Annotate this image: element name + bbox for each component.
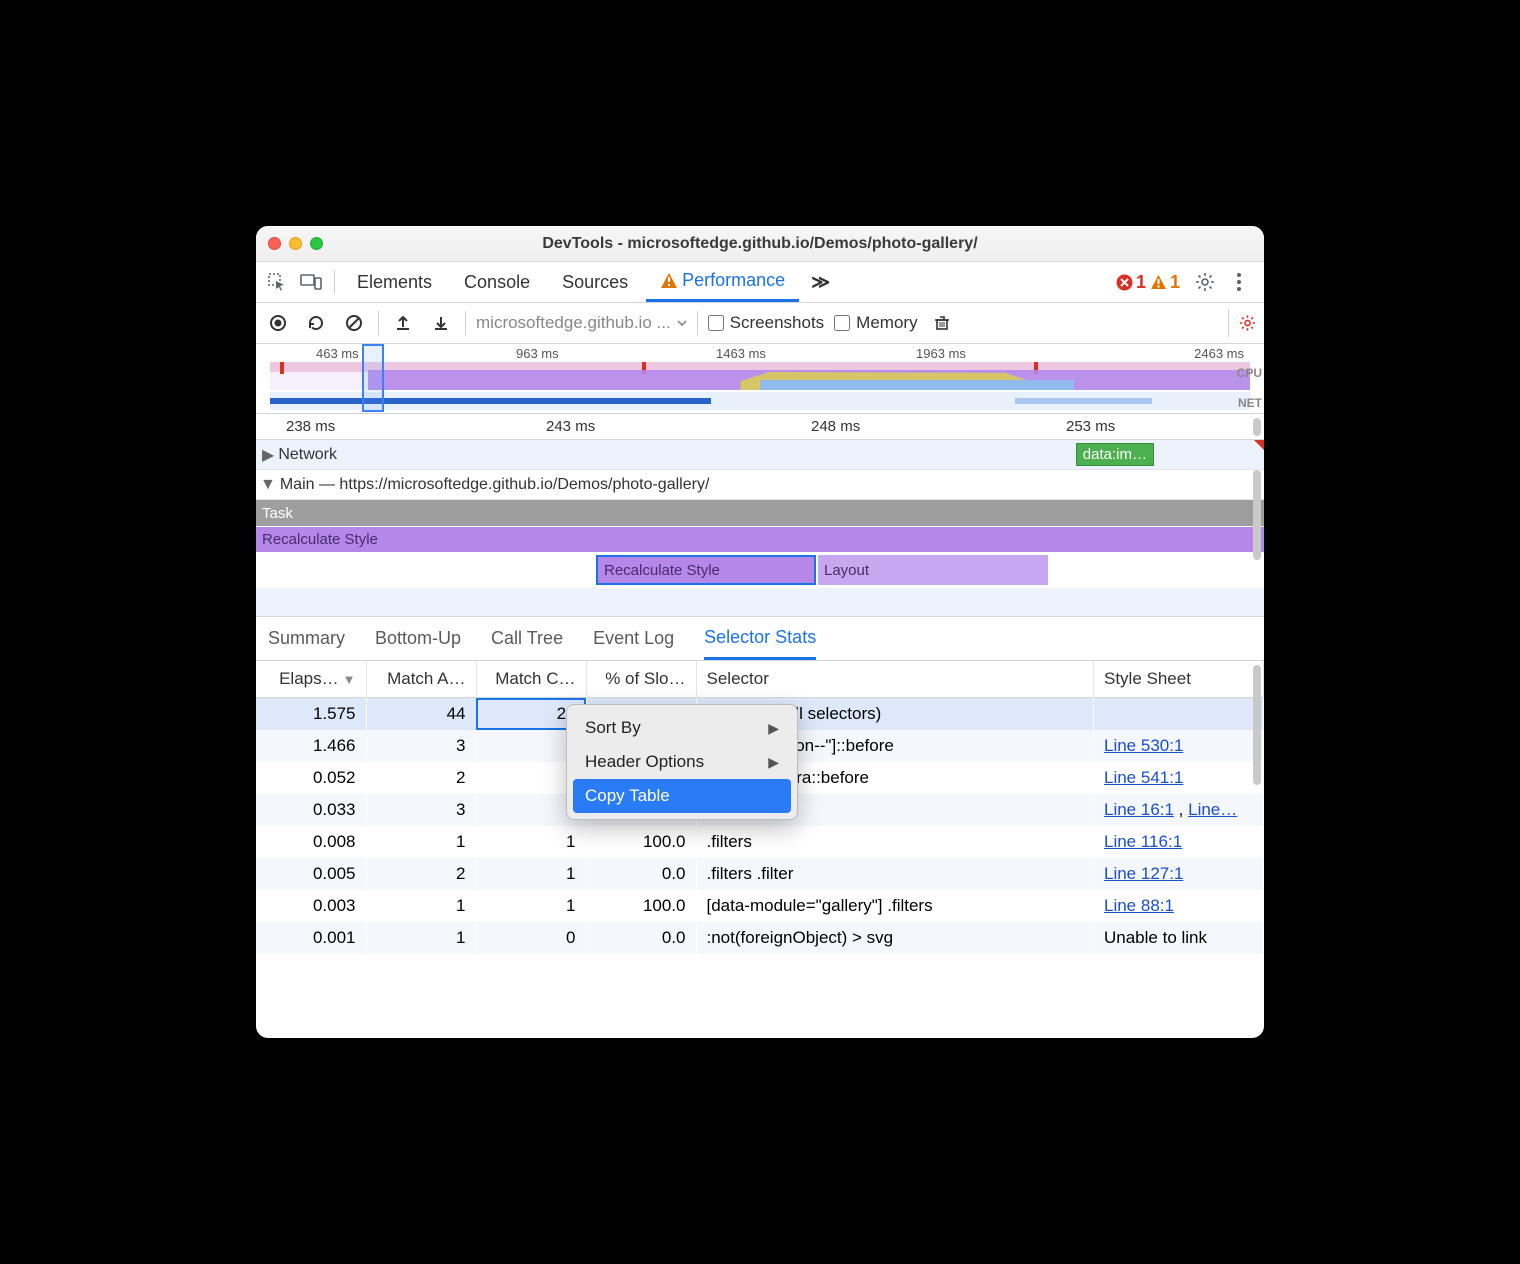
reload-icon[interactable] bbox=[302, 309, 330, 337]
chevron-right-icon: ▶ bbox=[768, 720, 779, 737]
device-toolbar-icon[interactable] bbox=[296, 267, 326, 297]
chevron-down-icon bbox=[677, 320, 687, 326]
col-elapsed[interactable]: Elaps…▼ bbox=[256, 661, 366, 698]
clear-icon[interactable] bbox=[340, 309, 368, 337]
more-tabs-icon[interactable]: ≫ bbox=[803, 262, 838, 302]
col-match-attempts[interactable]: Match A… bbox=[366, 661, 476, 698]
selector-stats-table: Elaps…▼ Match A… Match C… % of Slo… Sele… bbox=[256, 661, 1264, 1038]
close-window-button[interactable] bbox=[268, 237, 281, 250]
devtools-window: DevTools - microsoftedge.github.io/Demos… bbox=[256, 226, 1264, 1038]
performance-toolbar: microsoftedge.github.io ... Screenshots … bbox=[256, 303, 1264, 344]
titlebar: DevTools - microsoftedge.github.io/Demos… bbox=[256, 226, 1264, 262]
minimize-window-button[interactable] bbox=[289, 237, 302, 250]
tab-performance[interactable]: Performance bbox=[646, 262, 799, 302]
stylesheet-link[interactable]: Line 541:1 bbox=[1104, 768, 1183, 787]
main-track-header[interactable]: ▼ Main — https://microsoftedge.github.io… bbox=[256, 470, 1264, 500]
window-title: DevTools - microsoftedge.github.io/Demos… bbox=[256, 235, 1264, 253]
chevron-right-icon: ▶ bbox=[768, 754, 779, 771]
overview-range-handle[interactable] bbox=[362, 344, 384, 412]
garbage-collect-icon[interactable] bbox=[928, 309, 956, 337]
traffic-lights bbox=[268, 237, 323, 250]
zoom-window-button[interactable] bbox=[310, 237, 323, 250]
recording-selector[interactable]: microsoftedge.github.io ... bbox=[476, 313, 687, 333]
screenshots-checkbox[interactable]: Screenshots bbox=[708, 313, 825, 333]
col-pct-slow[interactable]: % of Slo… bbox=[586, 661, 696, 698]
tab-call-tree[interactable]: Call Tree bbox=[491, 617, 563, 660]
table-context-menu: Sort By ▶ Header Options ▶ Copy Table bbox=[566, 704, 798, 820]
collapse-icon: ▶ bbox=[262, 445, 274, 465]
memory-checkbox[interactable]: Memory bbox=[834, 313, 917, 333]
ruler-scrollbar[interactable] bbox=[1253, 418, 1261, 436]
capture-settings-icon[interactable] bbox=[1228, 309, 1256, 337]
settings-icon[interactable] bbox=[1190, 267, 1220, 297]
tab-elements[interactable]: Elements bbox=[343, 262, 446, 302]
main-panel-tabs: Elements Console Sources Performance ≫ 1… bbox=[256, 262, 1264, 303]
recalculate-style-bar[interactable]: Recalculate Style bbox=[256, 526, 1264, 552]
network-track-header[interactable]: ▶ Network data:im… bbox=[256, 440, 1264, 470]
col-stylesheet[interactable]: Style Sheet bbox=[1094, 661, 1264, 698]
network-request-bar[interactable]: data:im… bbox=[1076, 443, 1154, 466]
menu-sort-by[interactable]: Sort By ▶ bbox=[567, 711, 797, 745]
time-ruler: 238 ms 243 ms 248 ms 253 ms bbox=[256, 414, 1264, 440]
long-task-indicator-icon bbox=[1254, 440, 1264, 450]
error-count[interactable]: 1 bbox=[1116, 272, 1146, 293]
tab-bottom-up[interactable]: Bottom-Up bbox=[375, 617, 461, 660]
stylesheet-link[interactable]: Line 16:1 bbox=[1104, 800, 1174, 819]
stylesheet-link[interactable]: Line 88:1 bbox=[1104, 896, 1174, 915]
timeline-overview[interactable]: 463 ms 963 ms 1463 ms 1963 ms 2463 ms CP… bbox=[256, 344, 1264, 414]
task-bar[interactable]: Task bbox=[256, 500, 1264, 526]
tab-selector-stats[interactable]: Selector Stats bbox=[704, 617, 816, 660]
table-row[interactable]: 0.005210.0.filters .filterLine 127:1 bbox=[256, 858, 1264, 890]
tab-event-log[interactable]: Event Log bbox=[593, 617, 674, 660]
kebab-menu-icon[interactable] bbox=[1224, 267, 1254, 297]
col-selector[interactable]: Selector bbox=[696, 661, 1094, 698]
download-icon[interactable] bbox=[427, 309, 455, 337]
inspect-element-icon[interactable] bbox=[262, 267, 292, 297]
upload-icon[interactable] bbox=[389, 309, 417, 337]
record-icon[interactable] bbox=[264, 309, 292, 337]
flame-scrollbar[interactable] bbox=[1253, 470, 1261, 560]
table-scrollbar[interactable] bbox=[1253, 665, 1261, 785]
table-row[interactable]: 0.00311100.0[data-module="gallery"] .fil… bbox=[256, 890, 1264, 922]
stylesheet-link[interactable]: Line… bbox=[1188, 800, 1237, 819]
expand-icon: ▼ bbox=[260, 476, 276, 494]
tab-sources[interactable]: Sources bbox=[548, 262, 642, 302]
layout-bar[interactable]: Layout bbox=[818, 555, 1048, 585]
tab-performance-label: Performance bbox=[682, 270, 785, 291]
detail-tabs: Summary Bottom-Up Call Tree Event Log Se… bbox=[256, 617, 1264, 661]
menu-header-options[interactable]: Header Options ▶ bbox=[567, 745, 797, 779]
table-row[interactable]: 0.00811100.0.filtersLine 116:1 bbox=[256, 826, 1264, 858]
flame-chart[interactable]: ▶ Network data:im… ▼ Main — https://micr… bbox=[256, 440, 1264, 617]
stylesheet-link[interactable]: Line 116:1 bbox=[1104, 832, 1182, 851]
stylesheet-link[interactable]: Line 127:1 bbox=[1104, 864, 1183, 883]
col-match-count[interactable]: Match C… bbox=[476, 661, 586, 698]
sort-desc-icon: ▼ bbox=[343, 672, 356, 687]
recalculate-style-selected[interactable]: Recalculate Style bbox=[596, 555, 816, 585]
warning-count[interactable]: 1 bbox=[1150, 272, 1180, 293]
tab-summary[interactable]: Summary bbox=[268, 617, 345, 660]
tab-console[interactable]: Console bbox=[450, 262, 544, 302]
table-row[interactable]: 0.001100.0:not(foreignObject) > svgUnabl… bbox=[256, 922, 1264, 954]
menu-copy-table[interactable]: Copy Table bbox=[573, 779, 791, 813]
stylesheet-link[interactable]: Line 530:1 bbox=[1104, 736, 1183, 755]
